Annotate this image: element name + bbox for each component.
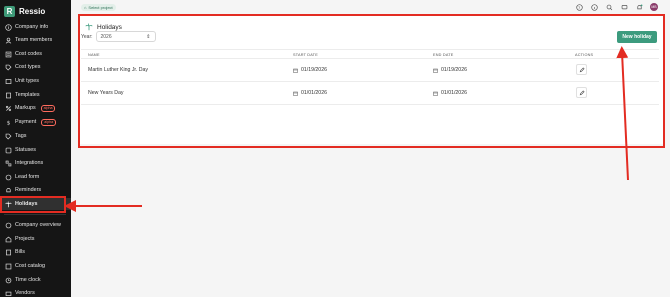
unit-icon: [5, 78, 12, 85]
sidebar-item-unit-types[interactable]: Unit types: [0, 75, 71, 87]
info-icon: [5, 23, 12, 31]
sidebar-item-projects[interactable]: Projects: [0, 233, 71, 245]
sidebar-item-integrations[interactable]: Integrations: [0, 157, 71, 169]
svg-text:$: $: [7, 120, 11, 125]
select-project-button[interactable]: ⌂ Select project: [81, 4, 116, 11]
cost-codes-icon: [5, 51, 12, 58]
sidebar-item-label: Cost types: [15, 64, 41, 70]
bell-icon: [5, 187, 12, 194]
sidebar-item-team-members[interactable]: Team members: [0, 34, 71, 46]
svg-text:?: ?: [578, 5, 580, 9]
topbar-icons: ? MB: [575, 3, 658, 11]
projects-icon: [5, 236, 12, 243]
bills-icon: [5, 249, 12, 256]
sidebar-item-payment[interactable]: $ Payment alpha: [0, 116, 71, 128]
sidebar-item-label: Markups: [15, 105, 36, 111]
sidebar-item-label: Integrations: [15, 160, 44, 166]
select-project-label: Select project: [88, 5, 113, 10]
lead-form-icon: [5, 174, 12, 181]
sidebar-item-vendors[interactable]: Vendors: [0, 287, 71, 297]
sidebar-item-label: Unit types: [15, 78, 39, 84]
ressio-logo-icon: R: [4, 5, 15, 17]
brand[interactable]: R Ressio: [4, 4, 45, 18]
sidebar-divider: [4, 214, 66, 215]
sidebar: R Ressio Company info Team members Cost …: [0, 0, 71, 297]
sidebar-item-label: Tags: [15, 133, 27, 139]
tag-icon: [5, 133, 12, 140]
highlight-box-holidays: [0, 196, 66, 213]
sidebar-item-label: Statuses: [15, 147, 36, 153]
info-icon[interactable]: [590, 3, 598, 11]
sidebar-item-label: Reminders: [15, 187, 42, 193]
sidebar-item-cost-catalog[interactable]: Cost catalog: [0, 260, 71, 272]
sidebar-item-label: Lead form: [15, 174, 40, 180]
sidebar-item-bills[interactable]: Bills: [0, 246, 71, 258]
sidebar-item-label: Projects: [15, 236, 35, 242]
catalog-icon: [5, 263, 12, 270]
status-icon: [5, 147, 12, 154]
home-icon: ⌂: [84, 5, 87, 10]
sidebar-item-templates[interactable]: Templates: [0, 89, 71, 101]
sidebar-item-reminders[interactable]: Reminders: [0, 184, 71, 196]
sidebar-item-label: Bills: [15, 249, 25, 255]
template-icon: [5, 92, 12, 99]
dollar-icon: $: [5, 119, 12, 125]
tag-icon: [5, 64, 12, 71]
sidebar-item-cost-types[interactable]: Cost types: [0, 61, 71, 73]
markup-icon: [5, 105, 12, 112]
vendors-icon: [5, 290, 12, 297]
sidebar-item-label: Payment: [15, 119, 37, 125]
sidebar-item-label: Cost catalog: [15, 263, 45, 269]
sidebar-item-label: Company info: [15, 24, 49, 30]
overview-icon: [5, 222, 12, 229]
sidebar-item-company-info[interactable]: Company info: [0, 21, 71, 33]
notifications-icon[interactable]: [635, 3, 643, 11]
alpha-badge: alpha: [40, 104, 56, 112]
sidebar-item-company-overview[interactable]: Company overview: [0, 219, 71, 231]
sidebar-item-label: Cost codes: [15, 51, 42, 57]
highlight-box-content: [78, 14, 665, 148]
help-icon[interactable]: ?: [575, 3, 583, 11]
chat-icon[interactable]: [620, 3, 628, 11]
sidebar-item-tags[interactable]: Tags: [0, 130, 71, 142]
sidebar-item-label: Time clock: [15, 277, 41, 283]
sidebar-item-statuses[interactable]: Statuses: [0, 144, 71, 156]
sidebar-item-label: Team members: [15, 37, 53, 43]
sidebar-item-label: Vendors: [15, 290, 35, 296]
sidebar-item-label: Templates: [15, 92, 40, 98]
clock-icon: [5, 277, 12, 284]
topbar: ⌂ Select project ? MB: [71, 0, 670, 14]
sidebar-item-time-clock[interactable]: Time clock: [0, 274, 71, 286]
sidebar-item-markups[interactable]: Markups alpha: [0, 102, 71, 114]
search-icon[interactable]: [605, 3, 613, 11]
alpha-badge: alpha: [41, 118, 57, 126]
avatar[interactable]: MB: [650, 3, 658, 11]
brand-name: Ressio: [19, 6, 46, 16]
integrations-icon: [5, 160, 12, 167]
team-icon: [5, 37, 12, 44]
sidebar-item-label: Company overview: [15, 222, 61, 228]
sidebar-item-lead-form[interactable]: Lead form: [0, 171, 71, 183]
sidebar-item-cost-codes[interactable]: Cost codes: [0, 48, 71, 60]
